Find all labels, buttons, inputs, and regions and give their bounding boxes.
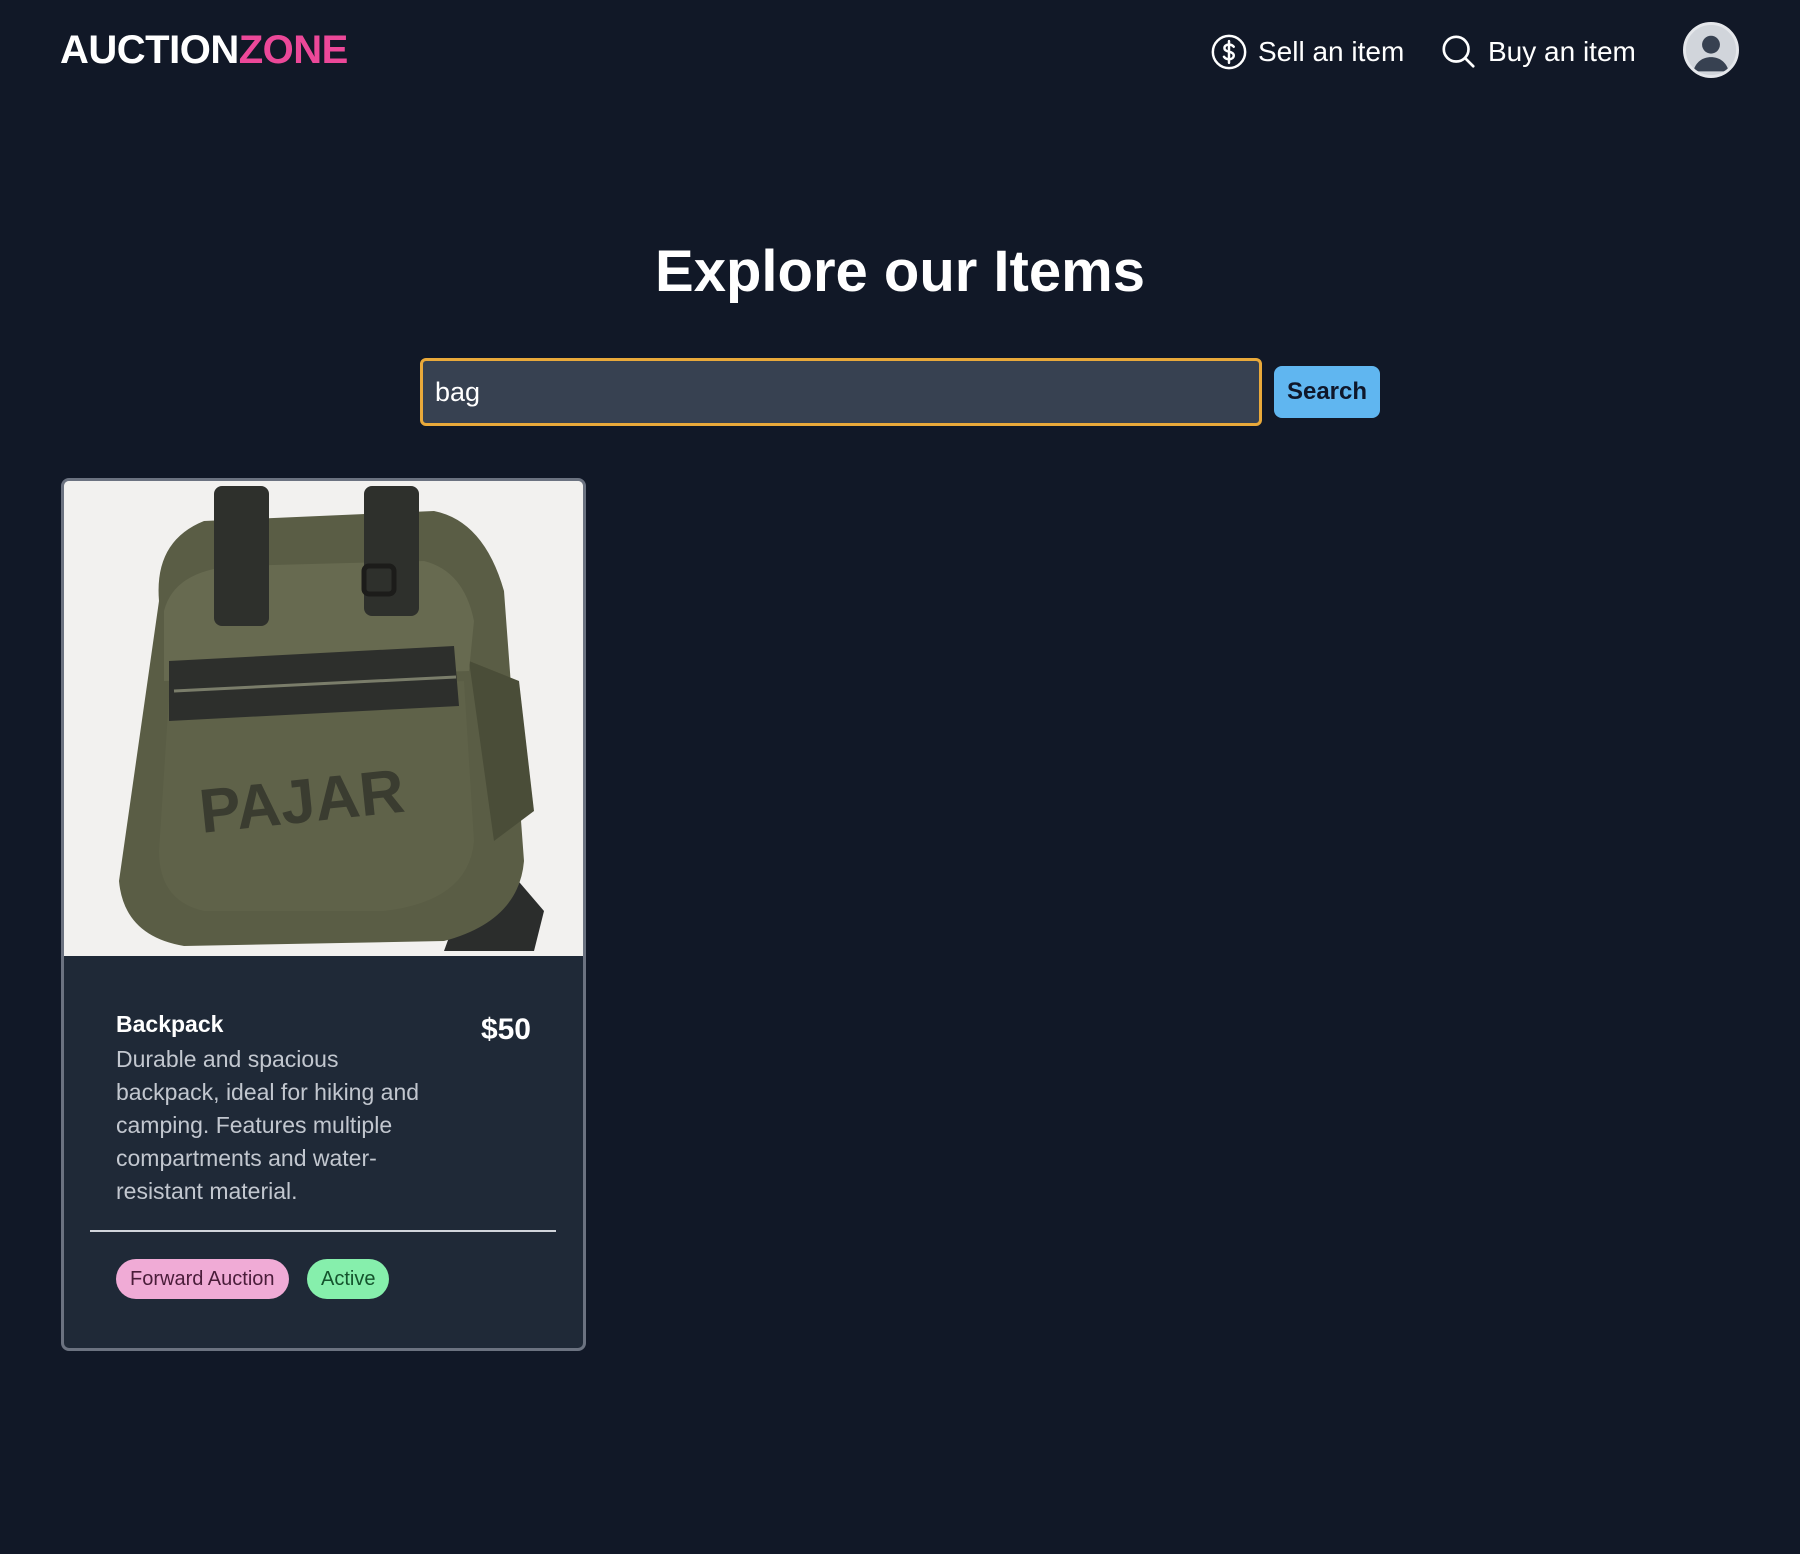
logo-text-accent: ZONE: [238, 28, 349, 72]
search-button[interactable]: Search: [1274, 366, 1380, 418]
search-icon: [1442, 35, 1475, 68]
item-description: Durable and spacious backpack, ideal for…: [116, 1046, 420, 1204]
logo-text-primary: AUCTION: [60, 28, 239, 72]
item-card[interactable]: PAJAR Backpack $50 Durable and spacious …: [61, 478, 586, 1351]
backpack-image: PAJAR: [64, 481, 583, 956]
nav-buy-label: Buy an item: [1488, 36, 1636, 67]
search-input[interactable]: [420, 358, 1262, 426]
nav-buy-item[interactable]: Buy an item: [1440, 30, 1636, 74]
top-navbar: AUCTIONZONE Sell an item Buy an item: [0, 0, 1800, 104]
auction-type-badge: Forward Auction: [116, 1259, 289, 1299]
item-price: $50: [480, 1013, 531, 1046]
status-badge: Active: [307, 1259, 390, 1299]
item-title: Backpack: [116, 1011, 224, 1037]
nav-sell-label: Sell an item: [1258, 36, 1405, 67]
nav-sell-item[interactable]: Sell an item: [1210, 30, 1404, 74]
card-divider: [90, 1230, 556, 1232]
user-avatar-icon: [1686, 25, 1736, 75]
item-image[interactable]: PAJAR: [64, 481, 583, 956]
user-avatar-button[interactable]: [1683, 22, 1739, 78]
dollar-circle-icon: [1211, 34, 1247, 70]
page-title: Explore our Items: [655, 239, 1145, 304]
logo[interactable]: AUCTIONZONE: [60, 28, 348, 73]
